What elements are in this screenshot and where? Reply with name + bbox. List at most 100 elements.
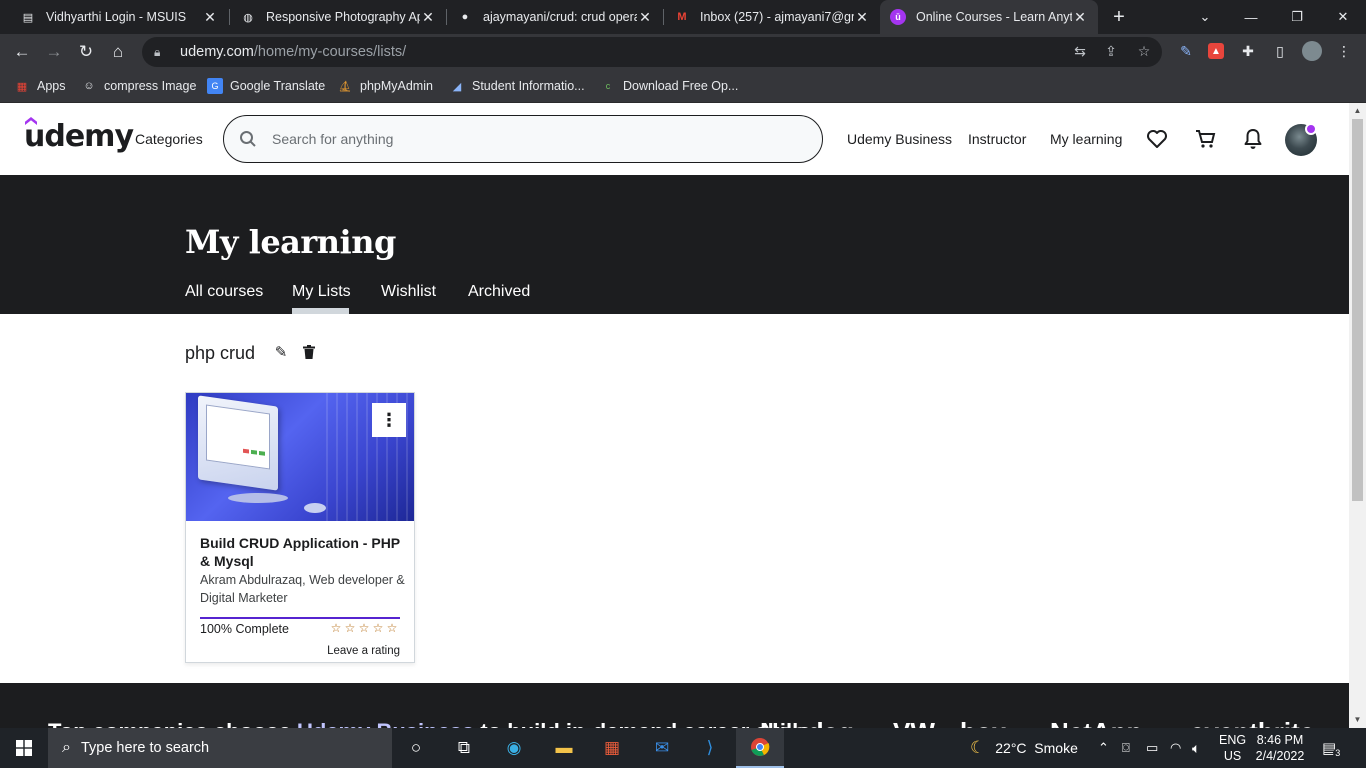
browser-tab-msuis[interactable]: ▤ Vidhyarthi Login - MSUIS ✕ <box>10 0 228 34</box>
notifications-bell-icon[interactable] <box>1241 127 1265 151</box>
browser-tab-gmail[interactable]: M Inbox (257) - ajmayani7@gm ✕ <box>664 0 880 34</box>
show-hidden-icons-chevron-icon[interactable]: ⌃ <box>1098 728 1109 768</box>
home-icon[interactable]: ⌂ <box>106 40 130 64</box>
page-scrollbar[interactable]: ▲ ▼ <box>1349 103 1366 728</box>
star-outline-icon[interactable]: ☆ <box>358 622 370 634</box>
bookmark-student-information[interactable]: ◢ Student Informatio... <box>449 76 585 96</box>
bookmark-star-icon[interactable]: ☆ <box>1134 41 1154 61</box>
forward-arrow-icon[interactable]: → <box>42 40 66 64</box>
new-tab-button[interactable]: + <box>1108 6 1130 28</box>
star-outline-icon[interactable]: ☆ <box>386 622 398 634</box>
restore-window-icon[interactable]: ❐ <box>1274 0 1320 34</box>
chrome-taskbar-icon[interactable] <box>736 728 784 768</box>
bookmark-label: phpMyAdmin <box>360 79 433 93</box>
minimize-window-icon[interactable]: — <box>1228 0 1274 34</box>
usb-device-icon[interactable]: ⌼ <box>1122 728 1130 768</box>
notification-center-icon[interactable]: ▤ 3 <box>1322 728 1343 768</box>
task-view-icon[interactable]: ⧉ <box>440 728 488 768</box>
close-window-icon[interactable]: ✕ <box>1320 0 1366 34</box>
share-icon[interactable]: ⇪ <box>1101 41 1121 61</box>
bookmark-label: Google Translate <box>230 79 326 93</box>
clock[interactable]: 8:46 PM 2/4/2022 <box>1256 728 1305 768</box>
volume-icon[interactable]: 🔈︎ <box>1192 728 1200 768</box>
star-outline-icon[interactable]: ☆ <box>372 622 384 634</box>
taskbar-search-box[interactable]: ⌕ Type here to search <box>48 728 392 768</box>
microsoft-store-icon[interactable]: ▦ <box>588 728 636 768</box>
my-learning-link[interactable]: My learning <box>1050 131 1122 147</box>
rating-stars[interactable]: ☆ ☆ ☆ ☆ ☆ <box>330 622 398 634</box>
star-outline-icon[interactable]: ☆ <box>344 622 356 634</box>
tab-my-lists[interactable]: My Lists <box>292 283 351 301</box>
back-arrow-icon[interactable]: ← <box>10 40 34 64</box>
cart-icon[interactable] <box>1193 127 1217 151</box>
bookmark-compress-image[interactable]: ☺ compress Image <box>81 76 196 96</box>
scroll-down-arrow-icon[interactable]: ▼ <box>1349 712 1366 728</box>
vscode-icon[interactable]: ⟩ <box>686 728 734 768</box>
wifi-icon[interactable]: ◠ <box>1170 728 1181 768</box>
side-panel-icon[interactable]: ▯ <box>1270 41 1290 61</box>
course-options-menu-icon[interactable]: ⋮ <box>372 403 406 437</box>
categories-link[interactable]: Categories <box>135 131 203 147</box>
url-path: /home/my-courses/lists/ <box>253 44 407 60</box>
monitor-illustration <box>198 395 278 491</box>
star-outline-icon[interactable]: ☆ <box>330 622 342 634</box>
tab-search-chevron-icon[interactable]: ⌄ <box>1182 0 1228 34</box>
bookmark-phpmyadmin[interactable]: ⛵︎ phpMyAdmin <box>337 76 433 96</box>
reload-icon[interactable]: ↻ <box>74 40 98 64</box>
tab-title: ajaymayani/crud: crud operati <box>483 10 637 24</box>
delete-trash-icon[interactable] <box>300 343 318 361</box>
udemy-business-link[interactable]: Udemy Business <box>847 131 952 147</box>
mail-icon[interactable]: ✉ <box>638 728 686 768</box>
tab-archived[interactable]: Archived <box>468 283 530 301</box>
language-indicator[interactable]: ENG US <box>1219 728 1246 768</box>
bookmark-label: Download Free Op... <box>623 79 739 93</box>
windows-start-icon[interactable] <box>0 728 48 768</box>
search-input[interactable] <box>272 131 792 147</box>
course-title[interactable]: Build CRUD Application - PHP & Mysql <box>200 534 405 570</box>
extension-shield-icon[interactable]: ▲ <box>1206 41 1226 61</box>
close-tab-icon[interactable]: ✕ <box>420 9 436 26</box>
browser-tab-github[interactable]: ● ajaymayani/crud: crud operati ✕ <box>447 0 663 34</box>
lock-icon: 🔒︎ <box>154 44 161 59</box>
profile-avatar-icon[interactable] <box>1302 41 1322 61</box>
wishlist-heart-icon[interactable] <box>1145 127 1169 151</box>
file-explorer-icon[interactable]: ▬ <box>540 728 588 768</box>
edge-browser-icon[interactable]: ◉ <box>490 728 538 768</box>
bookmark-download-free[interactable]: c Download Free Op... <box>600 76 739 96</box>
address-bar[interactable]: 🔒︎ udemy.com/home/my-courses/lists/ <box>142 37 1162 67</box>
extension-pen-icon[interactable]: ✎ <box>1176 41 1196 61</box>
course-thumbnail[interactable]: ⋮ <box>186 393 414 521</box>
volkswagen-logo: VW <box>893 717 935 728</box>
tab-wishlist[interactable]: Wishlist <box>381 283 436 301</box>
bookmark-apps[interactable]: ▦ Apps <box>14 76 66 96</box>
nasdaq-logo: Nasdaq <box>760 717 854 728</box>
netapp-logo: NetApp <box>1050 717 1142 728</box>
page-title: My learning <box>185 223 396 261</box>
browser-tab-udemy[interactable]: ū Online Courses - Learn Anyth ✕ <box>880 0 1098 34</box>
search-icon[interactable] <box>224 130 272 148</box>
battery-icon[interactable]: ▭ <box>1146 728 1158 768</box>
udemy-logo[interactable]: udemy <box>24 117 134 154</box>
bookmark-google-translate[interactable]: G Google Translate <box>207 76 325 96</box>
tab-all-courses[interactable]: All courses <box>185 283 263 301</box>
instructor-link[interactable]: Instructor <box>968 131 1026 147</box>
scroll-up-arrow-icon[interactable]: ▲ <box>1349 103 1366 119</box>
scrollbar-thumb[interactable] <box>1352 119 1363 501</box>
close-tab-icon[interactable]: ✕ <box>202 9 218 26</box>
close-tab-icon[interactable]: ✕ <box>854 9 870 26</box>
moon-weather-icon: ☾ <box>970 738 986 757</box>
active-tab-indicator <box>292 308 349 314</box>
weather-widget[interactable]: ☾ 22°C Smoke <box>970 728 1078 768</box>
translate-page-icon[interactable]: ⇆ <box>1070 41 1090 61</box>
leave-rating-link[interactable]: Leave a rating <box>306 645 400 657</box>
search-bar <box>223 115 823 163</box>
browser-tab-photography[interactable]: ◍ Responsive Photography App ✕ <box>230 0 446 34</box>
edit-pencil-icon[interactable]: ✎ <box>272 343 290 361</box>
close-tab-icon[interactable]: ✕ <box>1072 9 1088 26</box>
close-tab-icon[interactable]: ✕ <box>637 9 653 26</box>
extensions-puzzle-icon[interactable]: ✚ <box>1238 41 1258 61</box>
course-card[interactable]: ⋮ Build CRUD Application - PHP & Mysql A… <box>185 392 415 663</box>
cortana-circle-icon[interactable]: ○ <box>392 728 440 768</box>
search-icon: ⌕ <box>62 739 71 756</box>
chrome-menu-icon[interactable]: ⋮ <box>1334 41 1354 61</box>
